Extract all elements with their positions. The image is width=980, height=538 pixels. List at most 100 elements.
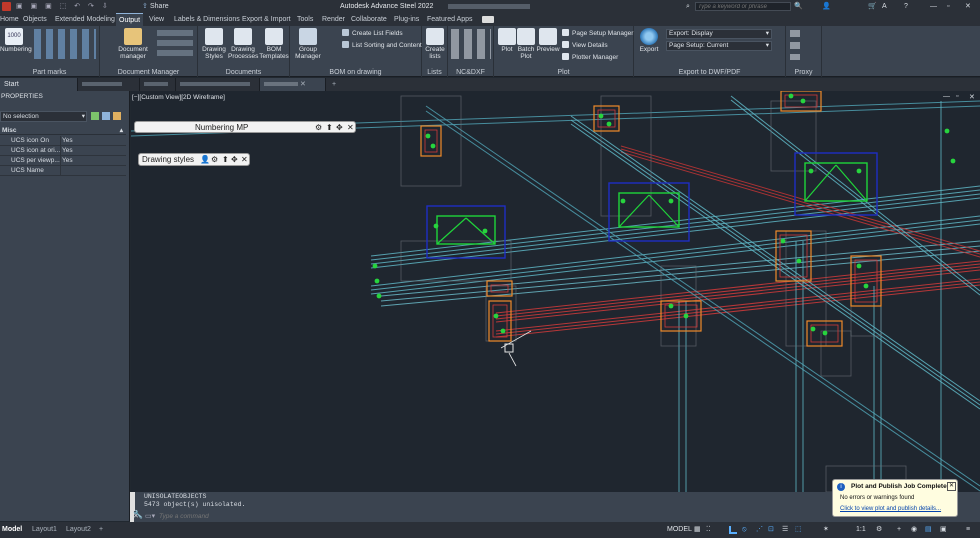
- toolbar-close-icon[interactable]: ✕: [347, 122, 354, 133]
- toggle-pickadd-icon[interactable]: [91, 112, 99, 120]
- notification-details-link[interactable]: Click to view plot and publish details..…: [840, 506, 941, 512]
- user-icon[interactable]: 👤: [822, 0, 831, 13]
- property-row[interactable]: UCS per viewp... Yes: [0, 156, 126, 166]
- command-customize-icon[interactable]: ▭▾: [145, 512, 155, 520]
- ribbon-options-icon[interactable]: [482, 16, 494, 23]
- viewport-controls-label[interactable]: [−][Custom View][2D Wireframe]: [132, 94, 225, 101]
- tab-extended-modeling[interactable]: Extended Modeling: [55, 13, 115, 26]
- tab-featured-apps[interactable]: Featured Apps: [427, 13, 473, 26]
- property-row[interactable]: UCS icon On Yes: [0, 136, 126, 146]
- selection-dropdown[interactable]: No selection ▾: [0, 111, 87, 122]
- maximize-button[interactable]: ▫: [947, 0, 949, 13]
- share-icon[interactable]: ⇪: [142, 0, 148, 13]
- keyword-search-input[interactable]: [695, 2, 791, 11]
- preview-button[interactable]: Preview: [536, 28, 560, 53]
- plot-publish-notification[interactable]: i Plot and Publish Job Complete ✕ No err…: [832, 479, 958, 517]
- group-manager-button[interactable]: Group Manager: [294, 28, 322, 60]
- tab-export-import[interactable]: Export & Import: [242, 13, 291, 26]
- bom-templates-button[interactable]: BOM Templates: [259, 28, 289, 60]
- drawing-canvas[interactable]: [−][Custom View][2D Wireframe] Numbering…: [131, 91, 980, 492]
- tab-collaborate[interactable]: Collaborate: [351, 13, 387, 26]
- grid-icon[interactable]: ▦: [694, 522, 701, 538]
- misc-section-header[interactable]: Misc ▴: [0, 126, 126, 135]
- view-details-button[interactable]: View Details: [562, 41, 608, 50]
- annotation-scale[interactable]: 1:1: [856, 522, 866, 538]
- tab-objects[interactable]: Objects: [23, 13, 47, 26]
- doc-tab-drawing-2[interactable]: [140, 78, 176, 91]
- tab-home[interactable]: Home: [0, 13, 19, 26]
- drawing-styles-button[interactable]: Drawing Styles: [202, 28, 226, 60]
- select-objects-icon[interactable]: [102, 112, 110, 120]
- ortho-icon[interactable]: [729, 526, 737, 534]
- clean-screen-icon[interactable]: ▣: [940, 522, 947, 538]
- search-toggle-icon[interactable]: ⌕: [686, 0, 690, 13]
- toolbar-move-icon[interactable]: ✥: [336, 122, 343, 133]
- export-display-select[interactable]: Export: Display ▾: [666, 29, 772, 39]
- tab-labels-dimensions[interactable]: Labels & Dimensions: [174, 13, 240, 26]
- plot-button[interactable]: Plot: [497, 28, 517, 53]
- batch-plot-button[interactable]: Batch Plot: [516, 28, 536, 60]
- tab-view[interactable]: View: [149, 13, 164, 26]
- close-button[interactable]: ✕: [965, 0, 971, 13]
- doc-tab-drawing-3[interactable]: [176, 78, 260, 91]
- property-row[interactable]: UCS icon at ori... Yes: [0, 146, 126, 156]
- viewport-close-icon[interactable]: ✕: [969, 93, 975, 101]
- toolbar-move-icon[interactable]: ✥: [231, 154, 238, 166]
- app-icon[interactable]: [2, 2, 11, 11]
- document-manager-button[interactable]: Document manager: [116, 28, 150, 60]
- steel-model-3d-view[interactable]: [131, 91, 980, 492]
- toolbar-user-icon[interactable]: 👤: [200, 154, 210, 166]
- property-value[interactable]: Yes: [60, 156, 73, 166]
- tab-tools[interactable]: Tools: [297, 13, 313, 26]
- tab-layout2[interactable]: Layout2: [66, 522, 91, 538]
- plot-status-icon[interactable]: ▤: [925, 522, 932, 538]
- tab-layout1[interactable]: Layout1: [32, 522, 57, 538]
- viewport-minimize-icon[interactable]: —: [943, 93, 950, 100]
- toolbar-settings-icon[interactable]: ⚙: [315, 122, 322, 133]
- command-input[interactable]: [159, 512, 839, 521]
- proxy-small-icons[interactable]: [790, 30, 800, 60]
- add-layout-button[interactable]: +: [99, 522, 103, 538]
- snap-icon[interactable]: ⁚⁚: [706, 522, 710, 538]
- plus-icon[interactable]: +: [897, 522, 901, 538]
- plotter-manager-button[interactable]: Plotter Manager: [562, 53, 618, 62]
- close-icon[interactable]: ✕: [300, 81, 306, 88]
- cart-icon[interactable]: 🛒: [868, 0, 877, 13]
- quick-select-icon[interactable]: [113, 112, 121, 120]
- selection-cycling-icon[interactable]: ⬚: [795, 522, 802, 538]
- customize-icon[interactable]: ≡: [966, 522, 970, 538]
- exchange-icon[interactable]: A: [882, 0, 887, 13]
- create-list-fields-button[interactable]: Create List Fields: [342, 29, 403, 38]
- page-setup-manager-button[interactable]: Page Setup Manager: [562, 29, 633, 38]
- doc-tab-start[interactable]: Start: [0, 78, 78, 91]
- share-button[interactable]: Share: [150, 0, 169, 13]
- annotation-visibility-icon[interactable]: ✶: [823, 522, 829, 538]
- model-space-button[interactable]: MODEL: [667, 522, 692, 538]
- polar-icon[interactable]: ⦸: [742, 522, 747, 538]
- isodraft-icon[interactable]: ⋰: [756, 522, 763, 538]
- property-row[interactable]: UCS Name: [0, 166, 126, 176]
- property-value[interactable]: [60, 166, 62, 176]
- help-icon[interactable]: ?: [904, 0, 908, 13]
- list-sorting-button[interactable]: List Sorting and Content: [342, 41, 422, 50]
- toolbar-pin-icon[interactable]: ⬆: [326, 122, 333, 133]
- viewport-restore-icon[interactable]: ▫: [956, 93, 958, 100]
- doc-tab-drawing-4[interactable]: ✕: [260, 78, 326, 91]
- toolbar-close-icon[interactable]: ✕: [241, 154, 248, 166]
- tab-model[interactable]: Model: [2, 522, 22, 538]
- tab-output[interactable]: Output: [116, 13, 144, 26]
- tab-plug-ins[interactable]: Plug-ins: [394, 13, 419, 26]
- osnap-icon[interactable]: ⊡: [768, 522, 774, 538]
- doc-tab-drawing-1[interactable]: [78, 78, 140, 91]
- property-value[interactable]: Yes: [60, 146, 73, 156]
- create-lists-button[interactable]: Create lists: [424, 28, 446, 60]
- numbering-button[interactable]: 1000 Numbering: [0, 28, 32, 53]
- quick-access-toolbar[interactable]: ▣ ▣ ▣ ⬚ ↶ ↷ ⇩: [16, 0, 111, 13]
- notification-close-button[interactable]: ✕: [947, 482, 956, 491]
- document-manager-small-icons[interactable]: [157, 30, 193, 58]
- part-marks-small-icons[interactable]: [34, 29, 96, 59]
- panel-label-bom[interactable]: BOM on drawing: [290, 69, 421, 76]
- minimize-button[interactable]: —: [930, 0, 937, 13]
- export-button[interactable]: Export: [637, 28, 661, 53]
- wrench-icon[interactable]: 🔧: [133, 510, 143, 519]
